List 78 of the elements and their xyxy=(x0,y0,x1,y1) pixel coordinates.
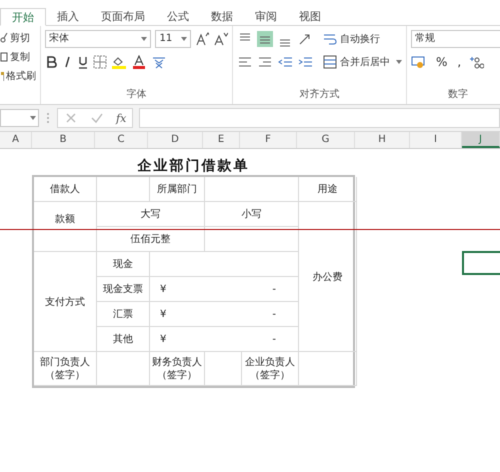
table-cell: 现金支票 xyxy=(97,277,150,302)
clipboard-button[interactable]: 格式刷 xyxy=(0,68,36,84)
table-cell: 用途 xyxy=(299,177,357,202)
caret-icon xyxy=(141,37,148,41)
amount-value: - xyxy=(272,284,276,294)
column-header[interactable]: J xyxy=(462,132,500,148)
currency-symbol: ¥ xyxy=(160,334,166,344)
column-header[interactable]: C xyxy=(95,132,148,148)
selected-cell[interactable] xyxy=(462,251,500,275)
align-left-icon[interactable] xyxy=(237,55,253,69)
caret-icon xyxy=(30,116,36,120)
vertical-align-icon[interactable] xyxy=(257,31,273,47)
table-cell: 汇票 xyxy=(97,302,150,327)
font-name-dropdown[interactable]: 宋体 xyxy=(45,30,152,48)
copy-icon xyxy=(0,52,8,62)
table-cell: 小写 xyxy=(205,202,299,227)
ribbon-tab[interactable]: 插入 xyxy=(46,8,90,25)
wrap-icon xyxy=(323,32,337,46)
font-color-icon[interactable] xyxy=(131,55,147,69)
table-cell: 其他 xyxy=(97,327,150,352)
amount-value: - xyxy=(272,334,276,344)
column-header[interactable]: E xyxy=(203,132,240,148)
merge-icon xyxy=(323,55,337,69)
formula-input[interactable] xyxy=(139,108,500,128)
percent-button[interactable]: % xyxy=(433,55,450,69)
increase-decimal-icon[interactable] xyxy=(468,55,484,69)
grow-font-icon[interactable] xyxy=(194,32,210,46)
bold-icon[interactable] xyxy=(45,55,57,69)
column-header[interactable]: G xyxy=(297,132,355,148)
wrap-text-button[interactable]: 自动换行 xyxy=(323,32,380,46)
clipboard-button[interactable]: 剪切 xyxy=(0,30,36,46)
number-format-dropdown[interactable]: 常规 xyxy=(411,30,500,48)
empty-cell xyxy=(97,177,150,202)
caret-icon xyxy=(396,60,402,64)
shrink-font-icon[interactable] xyxy=(213,32,228,46)
group-label: 数字 xyxy=(447,88,469,101)
ribbon-tab[interactable]: 审阅 xyxy=(244,8,288,25)
empty-cell xyxy=(299,352,357,386)
empty-cell xyxy=(97,352,150,386)
fill-color-icon[interactable] xyxy=(111,55,127,69)
table-cell: 借款人 xyxy=(34,177,97,202)
table-cell: 现金 xyxy=(97,252,150,277)
decrease-indent-icon[interactable] xyxy=(277,55,293,69)
currency-symbol: ¥ xyxy=(160,308,166,320)
currency-symbol: ¥ xyxy=(160,284,166,294)
table-cell: 所属部门 xyxy=(150,177,205,202)
table-cell: 财务负责人 （签字） xyxy=(150,352,205,386)
amount-value: - xyxy=(272,308,276,320)
underline-icon[interactable] xyxy=(77,55,89,69)
column-header[interactable]: F xyxy=(240,132,297,148)
brush-icon xyxy=(0,71,4,81)
column-header[interactable]: B xyxy=(32,132,95,148)
scissors-icon xyxy=(0,33,8,43)
increase-indent-icon[interactable] xyxy=(297,55,313,69)
ribbon-tab[interactable]: 页面布局 xyxy=(90,8,156,25)
table-cell: 大写 xyxy=(97,202,205,227)
group-label: 对齐方式 xyxy=(298,88,340,101)
column-header[interactable]: D xyxy=(148,132,203,148)
insert-function-button[interactable]: fx xyxy=(116,112,126,124)
comma-button[interactable]: , xyxy=(454,55,464,69)
column-header[interactable]: A xyxy=(0,132,32,148)
table-cell: 支付方式 xyxy=(34,252,97,352)
table-cell: 部门负责人 （签字） xyxy=(34,352,97,386)
merge-center-button[interactable]: 合并后居中 xyxy=(323,55,402,69)
caret-icon xyxy=(180,37,187,41)
table-cell: 企业负责人 （签字） xyxy=(242,352,299,386)
column-header[interactable]: H xyxy=(355,132,410,148)
clipboard-button[interactable]: 复制 xyxy=(0,49,36,65)
ribbon-tab[interactable]: 开始 xyxy=(0,8,46,26)
group-label: 字体 xyxy=(126,88,148,101)
phonetic-icon[interactable] xyxy=(151,55,167,69)
form-title: 企业部门借款单 xyxy=(138,157,250,175)
ribbon-tab[interactable]: 公式 xyxy=(156,8,200,25)
ribbon-tab[interactable]: 数据 xyxy=(200,8,244,25)
ribbon-tab[interactable]: 视图 xyxy=(288,8,332,25)
font-size-dropdown[interactable]: 11 xyxy=(155,30,191,48)
align-right-icon[interactable] xyxy=(257,55,273,69)
grip-icon xyxy=(45,111,51,125)
